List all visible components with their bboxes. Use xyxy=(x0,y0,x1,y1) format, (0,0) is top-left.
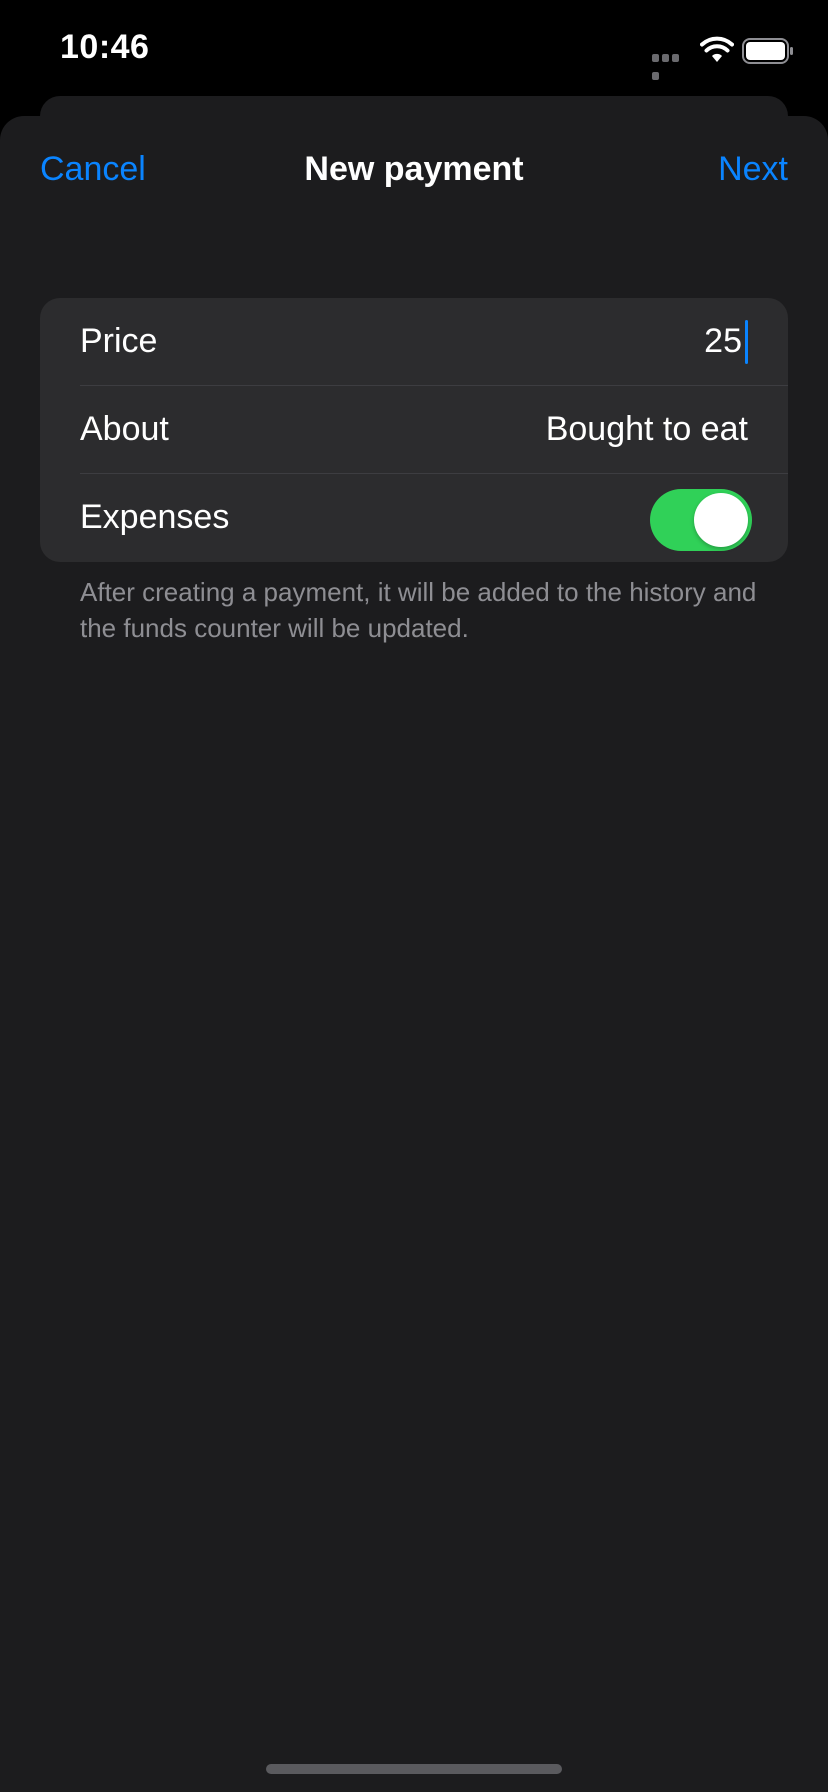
screen: 10:46 Cancel New payment Next Price 25 A… xyxy=(0,0,828,1792)
nav-bar: Cancel New payment Next xyxy=(0,116,828,228)
toggle-knob xyxy=(694,493,748,547)
form-footer-note: After creating a payment, it will be add… xyxy=(80,577,757,643)
wifi-icon xyxy=(700,36,734,64)
status-bar: 10:46 xyxy=(0,0,828,96)
expenses-toggle[interactable] xyxy=(650,489,752,551)
payment-form-group: Price 25 About Bought to eat Expenses xyxy=(40,298,788,562)
new-payment-sheet: Cancel New payment Next Price 25 About B… xyxy=(0,116,828,1792)
battery-icon xyxy=(742,38,794,64)
signal-icon xyxy=(652,54,690,80)
text-caret xyxy=(745,320,748,364)
status-time: 10:46 xyxy=(60,28,150,66)
page-title: New payment xyxy=(304,150,524,188)
home-indicator[interactable] xyxy=(266,1764,562,1774)
about-label: About xyxy=(80,410,169,448)
about-input[interactable]: Bought to eat xyxy=(546,410,748,449)
expenses-label: Expenses xyxy=(80,498,230,536)
about-row[interactable]: About Bought to eat xyxy=(40,386,788,474)
next-button[interactable]: Next xyxy=(718,150,788,189)
price-row[interactable]: Price 25 xyxy=(40,298,788,386)
price-input[interactable]: 25 xyxy=(704,322,742,361)
expenses-row: Expenses xyxy=(40,474,788,562)
price-label: Price xyxy=(80,322,158,360)
